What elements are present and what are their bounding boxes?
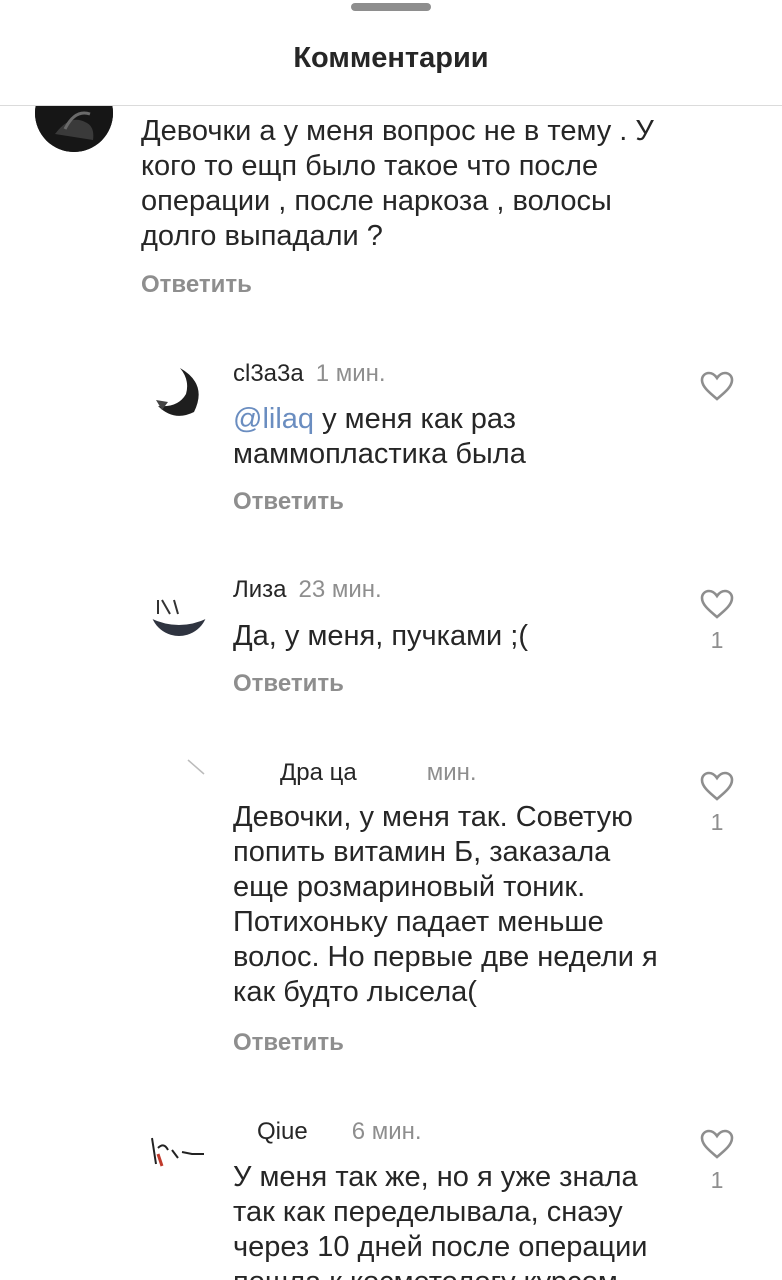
avatar[interactable] bbox=[148, 1124, 208, 1176]
sheet-header: Комментарии bbox=[0, 0, 782, 106]
heart-icon bbox=[700, 1129, 734, 1159]
avatar-image bbox=[148, 1124, 208, 1176]
comment-item: Qiue 6 мин. У меня так же, но я уже знала… bbox=[0, 0, 782, 1280]
comment-username[interactable]: Qiue bbox=[257, 1118, 308, 1145]
comment-time: 6 мин. bbox=[351, 1118, 422, 1145]
comment-text: У меня так же, но я уже знала так как пе… bbox=[233, 1161, 648, 1280]
like-button[interactable]: 1 bbox=[697, 1129, 737, 1194]
like-count: 1 bbox=[710, 1167, 724, 1193]
comments-list[interactable]: Девочки а у меня вопрос не в тему . У ко… bbox=[0, 0, 782, 1280]
header-divider bbox=[0, 105, 782, 106]
page-title: Комментарии bbox=[293, 42, 489, 74]
drag-handle[interactable] bbox=[351, 3, 431, 11]
comment-meta: Qiue 6 мин. bbox=[257, 1118, 422, 1146]
